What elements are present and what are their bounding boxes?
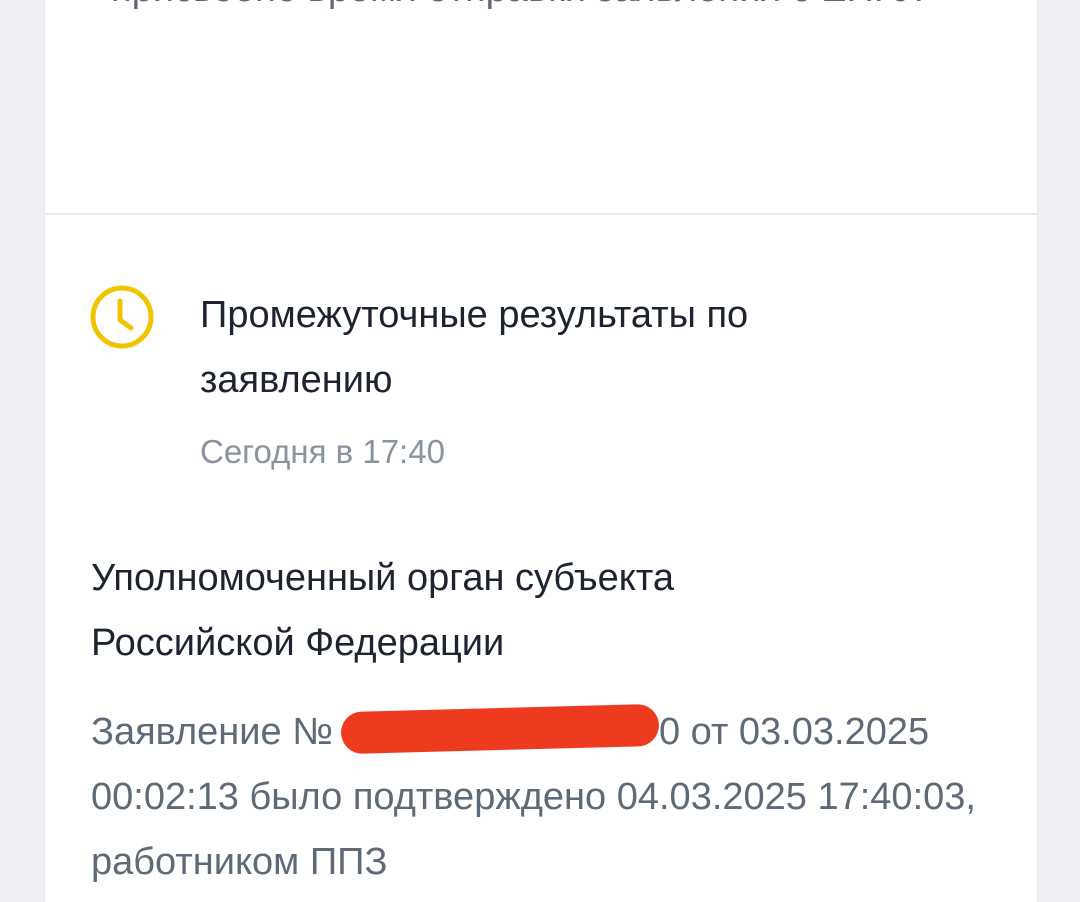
redaction-mark bbox=[340, 703, 660, 755]
event-time: Сегодня в 17:40 bbox=[200, 433, 445, 470]
organization-name: Уполномоченный орган субъекта Российской… bbox=[91, 557, 674, 664]
previous-event-text: присвоено время отправки заявления с ЕПГ… bbox=[111, 0, 991, 22]
event-title: Промежуточные результаты по заявлению bbox=[200, 294, 749, 401]
application-date-prefix: 0 от bbox=[658, 711, 729, 753]
divider bbox=[45, 213, 1037, 215]
history-card: присвоено время отправки заявления с ЕПГ… bbox=[44, 0, 1038, 902]
application-text: Заявление № 0 от 03.03.2025 00:02:13 было… bbox=[91, 700, 991, 895]
clock-icon bbox=[90, 285, 154, 349]
application-number-label: Заявление № bbox=[91, 711, 333, 753]
